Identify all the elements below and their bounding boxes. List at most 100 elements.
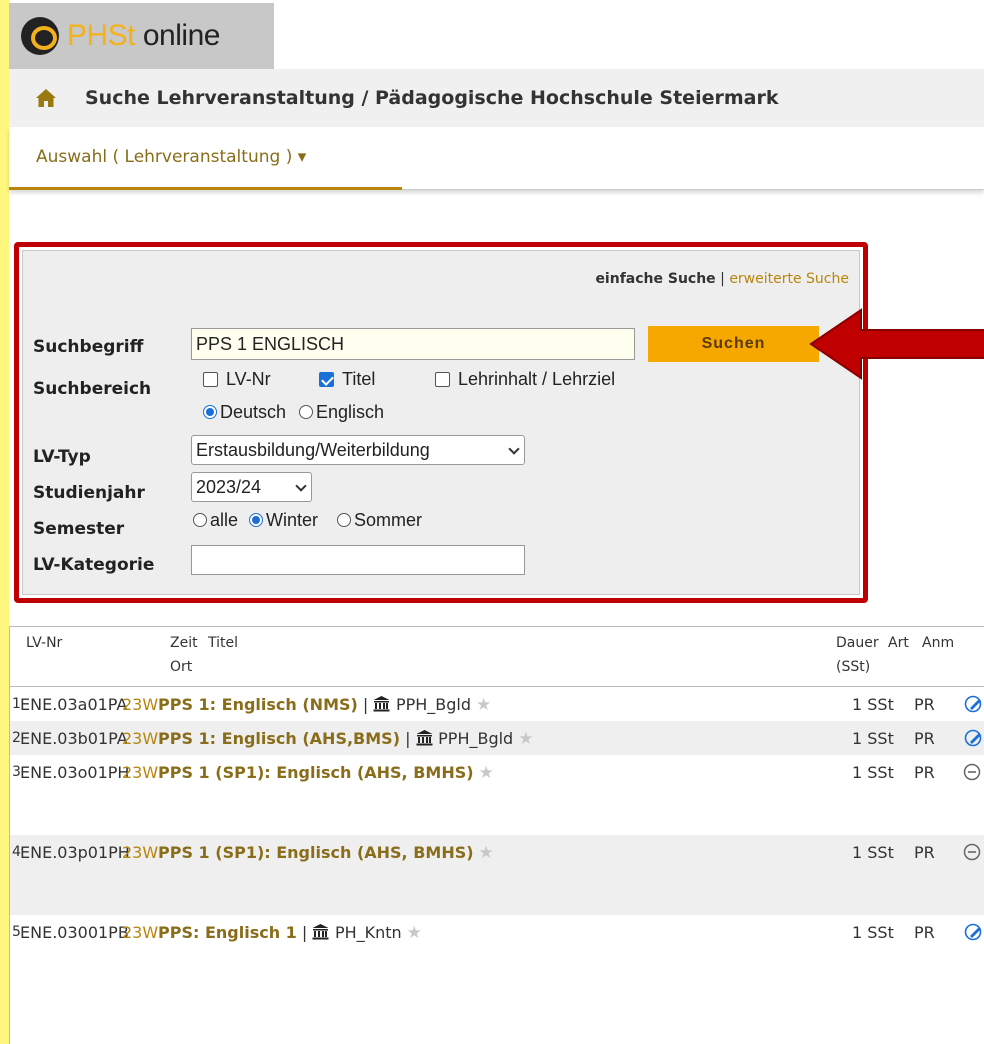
location-text[interactable]: PH_Kntn [335,923,402,942]
course-duration: 1 SSt [852,923,894,942]
institution-icon [373,696,390,712]
scope-lehrinhalt-checkbox[interactable]: Lehrinhalt / Lehrziel [435,369,615,390]
minus-circle-icon[interactable] [963,843,981,861]
star-icon[interactable]: ★ [479,763,494,783]
sem-sommer-label: Sommer [354,510,423,530]
studienjahr-selected-value: 2023/24 [196,477,262,497]
search-mode-separator: | [715,271,730,287]
register-check-icon[interactable] [963,694,983,714]
sem-winter-radio[interactable]: Winter [249,510,318,531]
checkbox-checked-icon [319,372,334,387]
course-title-text: PPS 1 (SP1): Englisch (AHS, BMHS) [158,843,474,862]
lvtyp-select[interactable]: Erstausbildung/Weiterbildung [191,435,525,465]
studienjahr-label: Studienjahr [33,483,145,503]
course-title-text: PPS 1 (SP1): Englisch (AHS, BMHS) [158,763,474,782]
scope-titel-checkbox[interactable]: Titel [319,369,375,390]
location-text[interactable]: PPH_Bgld [396,695,471,714]
course-type: PR [914,729,935,748]
lang-englisch-label: Englisch [316,402,385,422]
table-row[interactable]: 3 ENE.03o01PH 23W PPS 1 (SP1): Englisch (AH… [10,755,984,835]
home-icon[interactable] [35,88,57,108]
course-number: ENE.03a01PA [20,695,128,714]
register-check-icon[interactable] [963,728,983,748]
course-title-link[interactable]: PPS: Englisch 1 | PH_Kntn ★ [158,923,422,943]
sem-sommer-radio[interactable]: Sommer [337,510,422,531]
sem-alle-label: alle [210,510,239,530]
context-menu-bar: Auswahl ( Lehrveranstaltung ) ▾ [9,127,984,190]
checkbox-icon [203,372,218,387]
scope-titel-label: Titel [342,369,376,389]
scope-lvnr-checkbox[interactable]: LV-Nr [203,369,271,390]
course-semester: 23W [122,843,159,862]
course-semester: 23W [122,923,159,942]
course-semester: 23W [122,729,159,748]
logo-text: PHSt online [67,19,220,52]
menu-item-auswahl[interactable]: Auswahl ( Lehrveranstaltung ) ▾ [9,127,402,190]
search-button[interactable]: Suchen [648,326,819,362]
breadcrumb-text: Suche Lehrveranstaltung / Pädagogische H… [85,87,779,109]
location-text[interactable]: PPH_Bgld [438,729,513,748]
col-zeit[interactable]: Zeit [170,635,198,651]
star-icon[interactable]: ★ [479,843,494,863]
col-ort[interactable]: Ort [170,659,192,675]
course-duration: 1 SSt [852,763,894,782]
radio-icon [337,513,351,527]
scope-lvnr-label: LV-Nr [226,369,271,389]
radio-selected-icon [249,513,263,527]
table-row[interactable]: 5 ENE.03001PB 23W PPS: Englisch 1 | PH_Kntn… [10,915,984,951]
course-semester: 23W [122,695,159,714]
col-art[interactable]: Art [888,635,909,651]
suchbereich-label: Suchbereich [33,379,152,399]
table-row[interactable]: 2 ENE.03b01PA 23W PPS 1: Englisch (AHS,BMS)… [10,721,984,755]
table-row[interactable]: 1 ENE.03a01PA 23W PPS 1: Englisch (NMS) | P… [10,687,984,721]
studienjahr-select[interactable]: 2023/24 [191,472,312,502]
course-number: ENE.03o01PH [20,763,130,782]
course-number: ENE.03b01PA [20,729,128,748]
col-lvnr[interactable]: LV-Nr [26,635,62,651]
results-table: LV-Nr Zeit Titel Ort Dauer (SSt) Art Anm… [9,626,984,1044]
page-frame: PHSt online Suche Lehrveranstaltung / Pä… [9,0,984,1044]
course-title-text: PPS 1: Englisch (AHS,BMS) [158,729,400,748]
lvkategorie-input[interactable] [191,545,525,575]
star-icon[interactable]: ★ [407,923,422,943]
col-dauer[interactable]: Dauer [836,635,879,651]
institution-icon [312,924,329,940]
app-logo[interactable]: PHSt online [9,3,274,69]
lang-deutsch-radio[interactable]: Deutsch [203,402,286,423]
lvtyp-label: LV-Typ [33,447,91,467]
course-title-link[interactable]: PPS 1: Englisch (NMS) | PPH_Bgld ★ [158,695,491,715]
results-header: LV-Nr Zeit Titel Ort Dauer (SSt) Art Anm [10,627,984,687]
course-type: PR [914,843,935,862]
col-anm[interactable]: Anm [922,635,954,651]
course-type: PR [914,695,935,714]
search-mode-switch: einfache Suche | erweiterte Suche [595,271,849,287]
institution-icon [416,730,433,746]
col-titel[interactable]: Titel [208,635,238,651]
register-check-icon[interactable] [963,922,983,942]
table-row[interactable]: 4 ENE.03p01PH 23W PPS 1 (SP1): Englisch (AH… [10,835,984,915]
simple-search-link[interactable]: einfache Suche [595,271,715,287]
semester-label: Semester [33,519,125,539]
course-title-link[interactable]: PPS 1 (SP1): Englisch (AHS, BMHS) ★ [158,843,494,863]
minus-circle-icon[interactable] [963,763,981,781]
title-separator: | [400,729,416,748]
sem-alle-radio[interactable]: alle [193,510,238,531]
course-title-text: PPS 1: Englisch (NMS) [158,695,358,714]
radio-selected-icon [203,405,217,419]
title-separator: | [357,695,374,714]
col-dauer-unit: (SSt) [836,659,871,675]
course-type: PR [914,763,935,782]
search-input[interactable] [191,328,635,360]
lang-deutsch-label: Deutsch [220,402,287,422]
star-icon[interactable]: ★ [476,695,491,715]
course-title-link[interactable]: PPS 1 (SP1): Englisch (AHS, BMHS) ★ [158,763,494,783]
star-icon[interactable]: ★ [518,729,533,749]
lang-englisch-radio[interactable]: Englisch [299,402,384,423]
course-number: ENE.03p01PH [20,843,130,862]
advanced-search-link[interactable]: erweiterte Suche [729,271,849,287]
course-type: PR [914,923,935,942]
course-title-text: PPS: Englisch 1 [158,923,297,942]
course-title-link[interactable]: PPS 1: Englisch (AHS,BMS) | PPH_Bgld ★ [158,729,533,749]
course-duration: 1 SSt [852,729,894,748]
breadcrumb: Suche Lehrveranstaltung / Pädagogische H… [9,69,984,127]
